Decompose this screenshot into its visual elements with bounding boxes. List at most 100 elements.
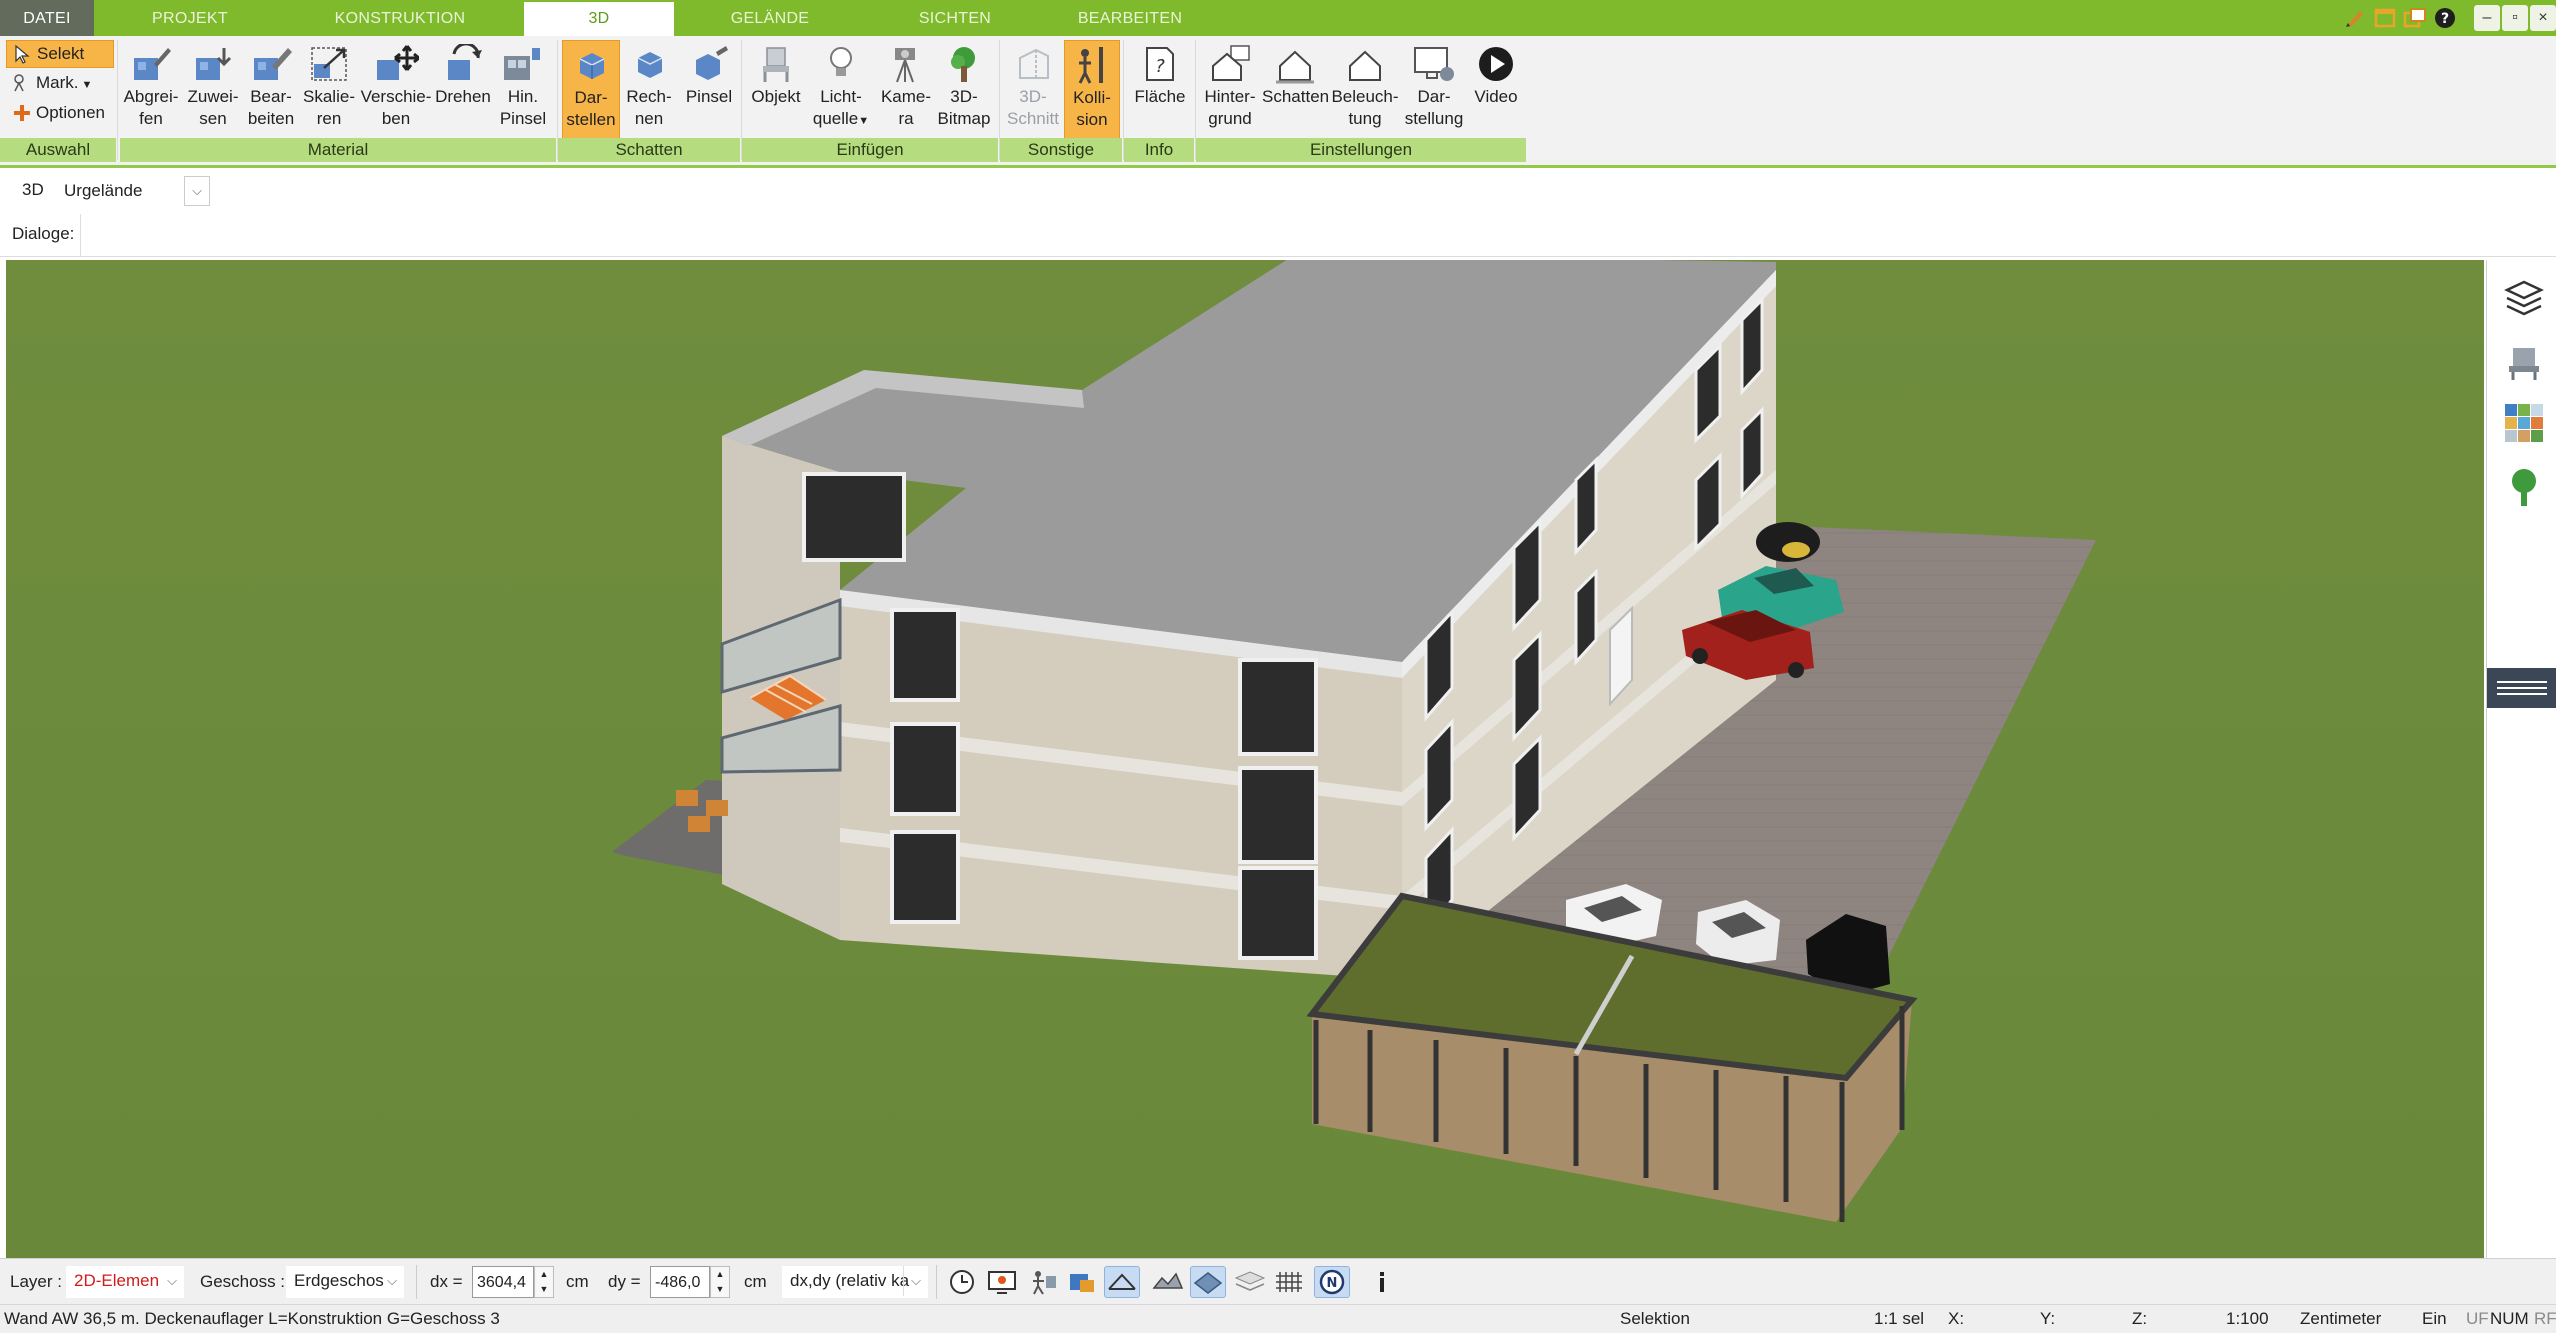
terrain-icon[interactable] — [1150, 1266, 1186, 1298]
drehen-button[interactable]: Drehen — [432, 40, 494, 140]
layer-select[interactable]: 2D-Elemen ⌵ — [66, 1266, 184, 1298]
tab-datei[interactable]: DATEI — [0, 0, 94, 36]
flaeche-button[interactable]: ? Fläche — [1128, 40, 1192, 140]
selekt-label: Selekt — [37, 44, 85, 63]
hintergrund-button[interactable]: Hinter-grund — [1198, 40, 1262, 140]
rechnen-button[interactable]: Rech-nen — [620, 40, 678, 140]
abgreifen-button[interactable]: Abgrei-fen — [120, 40, 182, 140]
tab-gelaende[interactable]: GELÄNDE — [690, 0, 850, 36]
svg-text:?: ? — [1155, 56, 1165, 77]
divider — [936, 1265, 937, 1299]
render-icon[interactable] — [1064, 1266, 1100, 1298]
walk-icon[interactable] — [1024, 1266, 1060, 1298]
chevron-down-icon[interactable]: ⌵ — [160, 1266, 184, 1296]
selekt-button[interactable]: Selekt — [6, 40, 114, 68]
chevron-down-icon[interactable]: ⌵ — [380, 1266, 404, 1296]
schatten-settings-l1: Schatten — [1262, 87, 1330, 106]
status-selection: Selektion — [1620, 1309, 1690, 1328]
house-outline-icon — [1108, 1273, 1136, 1290]
beleuchtung-l1: Beleuch- — [1331, 87, 1399, 106]
shadow-cube-icon — [579, 53, 605, 79]
optionen-button[interactable]: Optionen — [6, 100, 105, 126]
kollision-l1: Kolli- — [1073, 88, 1111, 107]
dx-input[interactable]: 3604,4 — [472, 1266, 534, 1298]
tab-projekt[interactable]: PROJEKT — [110, 0, 270, 36]
chair-icon — [763, 47, 789, 82]
3d-scene[interactable] — [6, 260, 2484, 1258]
close-icon[interactable]: × — [2530, 5, 2556, 31]
beleuchtung-button[interactable]: Beleuch-tung — [1330, 40, 1400, 140]
tree-icon[interactable] — [2503, 466, 2545, 508]
plus-icon — [14, 105, 30, 121]
rechnen-l1: Rech- — [626, 87, 672, 106]
brush-icon[interactable] — [2342, 5, 2368, 31]
dialoge-label: Dialoge: — [12, 224, 75, 243]
chevron-down-icon[interactable]: ⌵ — [903, 1266, 928, 1296]
tree-icon — [951, 47, 975, 82]
tab-sichten[interactable]: SICHTEN — [880, 0, 1030, 36]
perspective-toggle[interactable] — [1104, 1266, 1140, 1298]
status-scale: 1:100 — [2226, 1309, 2269, 1328]
hin-pinsel-button[interactable]: Hin. Pinsel — [494, 40, 552, 140]
group-material: Material — [120, 138, 556, 162]
layers-icon[interactable] — [2503, 276, 2545, 318]
lichtquelle-button[interactable]: Licht-quelle▼ — [808, 40, 874, 140]
bearbeiten-l2: beiten — [247, 109, 295, 128]
zuweisen-l1: Zuwei- — [187, 87, 239, 106]
chevron-down-icon[interactable]: ⌵ — [184, 176, 210, 206]
minimize-icon[interactable]: – — [2474, 5, 2500, 31]
bitmap-3d-button[interactable]: 3D- Bitmap — [934, 40, 994, 140]
bitmap-3d-l1: 3D- — [950, 87, 978, 106]
stack-icon[interactable] — [1232, 1266, 1268, 1298]
materials-icon[interactable] — [2503, 402, 2545, 444]
schatten-pinsel-button[interactable]: Pinsel — [680, 40, 738, 140]
north-toggle[interactable]: N — [1314, 1266, 1350, 1298]
furniture-icon[interactable] — [2503, 340, 2545, 382]
windows-icon[interactable] — [2402, 5, 2428, 31]
restore-icon[interactable]: ▫ — [2502, 5, 2528, 31]
video-button[interactable]: Video — [1468, 40, 1524, 140]
darstellen-button[interactable]: Dar-stellen — [562, 40, 620, 142]
clock-icon[interactable] — [944, 1266, 980, 1298]
skalieren-button[interactable]: Skalie-ren — [298, 40, 360, 140]
dy-input[interactable]: -486,0 — [650, 1266, 710, 1298]
tab-bearbeiten[interactable]: BEARBEITEN — [1040, 0, 1220, 36]
status-y: Y: — [2040, 1309, 2056, 1328]
grid-icon[interactable] — [1272, 1266, 1308, 1298]
layer-label: Layer : — [10, 1272, 62, 1291]
monitor-icon[interactable] — [984, 1266, 1020, 1298]
terrain-select[interactable]: Urgelände ⌵ — [56, 174, 210, 208]
status-ein: Ein — [2422, 1309, 2447, 1328]
house-shadow-icon — [1276, 50, 1314, 84]
bottom-toolbar: Layer : 2D-Elemen ⌵ Geschoss : Erdgescho… — [0, 1258, 2556, 1305]
coordinate-mode-select[interactable]: dx,dy (relativ ka ⌵ — [782, 1266, 928, 1298]
abgreifen-l1: Abgrei- — [123, 87, 179, 106]
tab-konstruktion[interactable]: KONSTRUKTION — [300, 0, 500, 36]
window-icon[interactable] — [2372, 5, 2398, 31]
help-icon[interactable]: ? — [2432, 5, 2458, 31]
panel-toggle-button[interactable] — [2487, 668, 2556, 708]
divider — [117, 40, 118, 160]
bearbeiten-button[interactable]: Bear-beiten — [242, 40, 300, 140]
zuweisen-button[interactable]: Zuwei-sen — [182, 40, 244, 140]
schnitt-3d-button[interactable]: 3D- Schnitt — [1004, 40, 1062, 140]
kamera-button[interactable]: Kame-ra — [876, 40, 936, 140]
geschoss-select[interactable]: Erdgeschos ⌵ — [286, 1266, 404, 1298]
dy-spinner[interactable]: ▲ ▼ — [710, 1266, 730, 1298]
3d-viewport[interactable] — [6, 260, 2484, 1258]
objekt-button[interactable]: Objekt — [746, 40, 806, 140]
house-light-icon — [1349, 50, 1381, 81]
darstellung-button[interactable]: Dar-stellung — [1400, 40, 1468, 140]
mark-button[interactable]: Mark. ▼ — [6, 70, 92, 96]
layer-toggle[interactable] — [1190, 1266, 1226, 1298]
schnitt-3d-l1: 3D- — [1019, 87, 1047, 106]
info-icon[interactable] — [1364, 1266, 1400, 1298]
status-bar: Wand AW 36,5 m. Deckenauflager L=Konstru… — [0, 1304, 2556, 1333]
dx-spinner[interactable]: ▲ ▼ — [534, 1266, 554, 1298]
status-message: Wand AW 36,5 m. Deckenauflager L=Konstru… — [4, 1309, 500, 1328]
verschieben-button[interactable]: Verschie-ben — [358, 40, 434, 140]
kollision-button[interactable]: Kolli-sion — [1064, 40, 1120, 142]
schatten-settings-button[interactable]: Schatten — [1262, 40, 1330, 140]
kamera-l2: ra — [898, 109, 914, 128]
tab-3d[interactable]: 3D — [524, 2, 674, 36]
